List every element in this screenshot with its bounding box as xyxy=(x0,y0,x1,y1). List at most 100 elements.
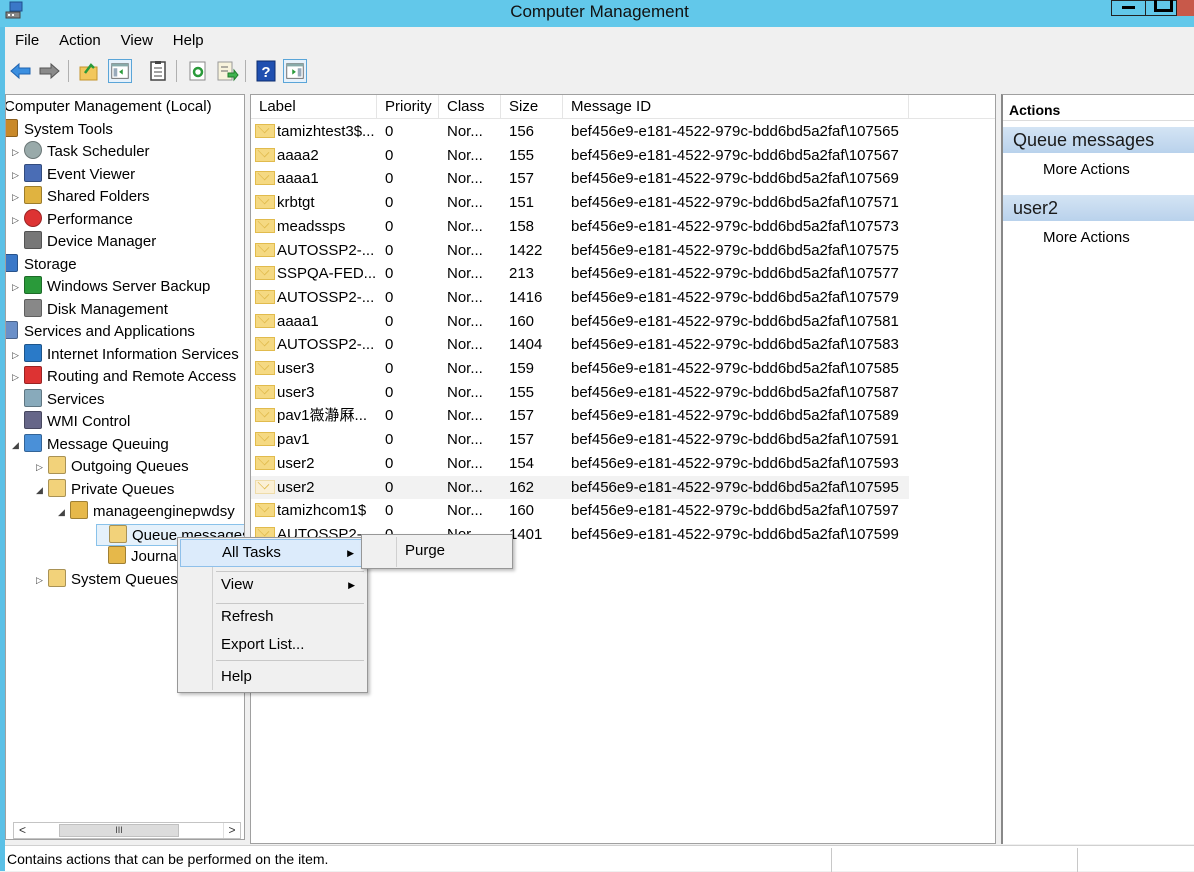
expand-arrow-icon[interactable]: ▷ xyxy=(12,366,24,388)
tree-item-storage[interactable]: Storage xyxy=(6,253,77,276)
tree-item-device-manager[interactable]: Device Manager xyxy=(12,231,156,253)
show-hide-action-pane-icon[interactable] xyxy=(283,59,307,83)
properties-icon[interactable] xyxy=(146,59,170,83)
table-row[interactable]: AUTOSSP2-... 0 Nor... 1404 bef456e9-e181-452… xyxy=(251,333,909,357)
tree-item-system-queues[interactable]: ▷ System Queues xyxy=(36,568,178,591)
cell-message-id: bef456e9-e181-4522-979c-bdd6bd5a2faf\107… xyxy=(571,383,899,401)
column-header-empty xyxy=(909,95,995,119)
table-row[interactable]: user2 0 Nor... 162 bef456e9-e181-4522-979c-b… xyxy=(251,475,909,500)
refresh-icon[interactable] xyxy=(186,59,210,83)
table-row[interactable]: user2 0 Nor... 154 bef456e9-e181-4522-979c-b… xyxy=(251,452,909,476)
envelope-icon xyxy=(255,289,275,304)
tree-item-outgoing-queues[interactable]: ▷ Outgoing Queues xyxy=(36,456,189,478)
tree-item-system-tools[interactable]: System Tools xyxy=(6,118,113,141)
cell-label: aaaa1 xyxy=(255,310,375,333)
cell-label: aaaa2 xyxy=(255,144,375,167)
tree-item-label: Outgoing Queues xyxy=(71,458,189,475)
collapse-arrow-icon[interactable]: ◢ xyxy=(58,501,70,523)
column-header-priority[interactable]: Priority xyxy=(377,95,439,119)
expand-arrow-icon[interactable]: ▷ xyxy=(36,456,48,478)
submenu-purge[interactable]: Purge xyxy=(364,537,510,565)
iis-icon xyxy=(24,343,42,362)
collapse-arrow-icon[interactable]: ◢ xyxy=(36,479,48,501)
expand-arrow-icon[interactable]: ▷ xyxy=(12,141,24,163)
cell-priority: 0 xyxy=(385,194,394,212)
tree-item-label: WMI Control xyxy=(47,413,131,430)
tree-item-internet-information-services[interactable]: ▷ Internet Information Services xyxy=(12,343,239,366)
tree-item-shared-folders[interactable]: ▷ Shared Folders xyxy=(12,186,150,208)
table-row[interactable]: AUTOSSP2-... 0 Nor... 1422 bef456e9-e181-452… xyxy=(251,239,909,263)
tree-item-routing-and-remote-access[interactable]: ▷ Routing and Remote Access xyxy=(12,366,236,388)
table-row[interactable]: aaaa1 0 Nor... 157 bef456e9-e181-4522-979c-b… xyxy=(251,167,909,191)
table-row[interactable]: tamizhcom1$ 0 Nor... 160 bef456e9-e181-4522-… xyxy=(251,499,909,523)
tree-item-label: Routing and Remote Access xyxy=(47,368,237,385)
forward-icon[interactable] xyxy=(37,59,61,83)
help-icon[interactable]: ? xyxy=(254,59,278,83)
table-row[interactable]: aaaa1 0 Nor... 160 bef456e9-e181-4522-979c-b… xyxy=(251,310,909,334)
expand-arrow-icon[interactable]: ▷ xyxy=(12,186,24,208)
cell-size: 213 xyxy=(509,265,535,283)
menu-help[interactable]: Help xyxy=(173,30,204,49)
table-row[interactable]: tamizhtest3$... 0 Nor... 156 bef456e9-e181-4… xyxy=(251,120,909,144)
tree-item-event-viewer[interactable]: ▷ Event Viewer xyxy=(12,163,135,186)
minimize-button[interactable] xyxy=(1111,0,1146,16)
table-row[interactable]: SSPQA-FED... 0 Nor... 213 bef456e9-e181-4522… xyxy=(251,262,909,286)
actions-section-queue-messages[interactable]: Queue messages xyxy=(1003,127,1194,153)
show-hide-tree-icon[interactable] xyxy=(108,59,132,83)
tree-item-windows-server-backup[interactable]: ▷ Windows Server Backup xyxy=(12,276,210,298)
column-header-message-id[interactable]: Message ID xyxy=(563,95,909,119)
menu-action[interactable]: Action xyxy=(59,30,101,49)
export-list-icon[interactable] xyxy=(215,59,239,83)
tree-item-services-and-applications[interactable]: Services and Applications xyxy=(6,321,195,343)
menu-file[interactable]: File xyxy=(15,30,39,49)
collapse-arrow-icon[interactable]: ◢ xyxy=(12,434,24,456)
back-icon[interactable] xyxy=(9,59,33,83)
column-header-size[interactable]: Size xyxy=(501,95,563,119)
tree-item-disk-management[interactable]: Disk Management xyxy=(12,298,168,321)
cell-size: 1416 xyxy=(509,288,543,306)
tree-item-private-queues[interactable]: ◢ Private Queues xyxy=(36,478,174,501)
expand-arrow-icon[interactable]: ▷ xyxy=(12,344,24,366)
table-row[interactable]: aaaa2 0 Nor... 155 bef456e9-e181-4522-979c-b… xyxy=(251,144,909,168)
tree-item-computer-management-local[interactable]: Computer Management (Local) xyxy=(6,96,212,118)
tree-item-performance[interactable]: ▷ Performance xyxy=(12,208,133,231)
context-menu-all-tasks[interactable]: All Tasks ▶ xyxy=(180,539,365,567)
actions-section-user2[interactable]: user2 xyxy=(1003,195,1194,221)
column-header-class[interactable]: Class xyxy=(439,95,501,119)
table-row[interactable]: meadssps 0 Nor... 158 bef456e9-e181-4522-979… xyxy=(251,215,909,239)
expand-arrow-icon[interactable]: ▷ xyxy=(12,164,24,186)
table-row[interactable]: krbtgt 0 Nor... 151 bef456e9-e181-4522-979c-… xyxy=(251,191,909,215)
column-header-label[interactable]: Label xyxy=(251,95,377,119)
context-menu-view[interactable]: View ▶ xyxy=(180,571,365,599)
context-menu-help[interactable]: Help xyxy=(180,663,365,691)
context-menu-export-list[interactable]: Export List... xyxy=(180,631,365,659)
expand-arrow-icon[interactable]: ▷ xyxy=(12,276,24,298)
tree-item-manageenginepwdsy[interactable]: ◢ manageenginepwdsy xyxy=(58,501,235,523)
maximize-button[interactable] xyxy=(1145,0,1177,16)
tree-item-message-queuing[interactable]: ◢ Message Queuing xyxy=(12,433,169,456)
expand-arrow-icon[interactable]: ▷ xyxy=(12,209,24,231)
close-button[interactable] xyxy=(1177,0,1194,16)
title-bar[interactable]: Computer Management xyxy=(0,0,1194,27)
more-actions-user2[interactable]: More Actions xyxy=(1043,229,1130,246)
table-row[interactable]: user3 0 Nor... 155 bef456e9-e181-4522-979c-b… xyxy=(251,381,909,405)
table-row[interactable]: AUTOSSP2-... 0 Nor... 1416 bef456e9-e181-452… xyxy=(251,286,909,310)
tree-item-wmi-control[interactable]: WMI Control xyxy=(12,411,130,433)
table-row[interactable]: pav1 0 Nor... 157 bef456e9-e181-4522-979c-bd… xyxy=(251,428,909,452)
device-manager-icon xyxy=(24,231,42,249)
more-actions-queue-messages[interactable]: More Actions xyxy=(1043,161,1130,178)
tree-item-task-scheduler[interactable]: ▷ Task Scheduler xyxy=(12,141,150,163)
up-folder-icon[interactable] xyxy=(77,59,101,83)
table-row[interactable]: user3 0 Nor... 159 bef456e9-e181-4522-979c-b… xyxy=(251,357,909,381)
menu-view[interactable]: View xyxy=(121,30,153,49)
tree-item-services[interactable]: Services xyxy=(12,388,105,411)
context-menu-refresh[interactable]: Refresh xyxy=(180,603,365,631)
tree-item-journal[interactable]: Journal xyxy=(96,546,180,568)
scrollbar-thumb[interactable]: III xyxy=(59,824,179,837)
tree-horizontal-scrollbar[interactable]: < III > xyxy=(13,822,241,839)
scroll-right-icon[interactable]: > xyxy=(223,823,240,838)
tree-item-label: manageenginepwdsy xyxy=(93,503,235,520)
table-row[interactable]: pav1嶶瀞厤... 0 Nor... 157 bef456e9-e181-4522-9… xyxy=(251,404,909,428)
scroll-left-icon[interactable]: < xyxy=(14,823,31,838)
expand-arrow-icon[interactable]: ▷ xyxy=(36,569,48,591)
